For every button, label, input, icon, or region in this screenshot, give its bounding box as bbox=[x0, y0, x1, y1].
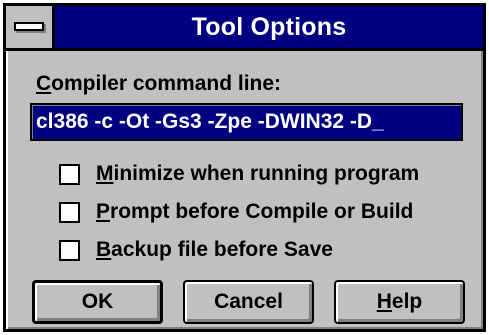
compiler-command-line-label: Compiler command line: bbox=[36, 72, 281, 96]
prompt-option[interactable]: Prompt before Compile or Build bbox=[59, 199, 413, 225]
prompt-label: Prompt before Compile or Build bbox=[96, 200, 413, 224]
cancel-button[interactable]: Cancel bbox=[183, 280, 314, 324]
prompt-mnemonic: P bbox=[96, 200, 111, 223]
help-mnemonic: H bbox=[376, 290, 392, 313]
backup-label-text: ackup file before Save bbox=[111, 238, 333, 261]
prompt-label-text: rompt before Compile or Build bbox=[110, 200, 414, 223]
backup-option[interactable]: Backup file before Save bbox=[59, 237, 333, 263]
system-menu-button[interactable] bbox=[6, 6, 55, 48]
help-button[interactable]: Help bbox=[334, 280, 465, 324]
minimize-label: Minimize when running program bbox=[96, 162, 419, 186]
system-menu-bar-icon bbox=[14, 22, 44, 31]
backup-mnemonic: B bbox=[96, 238, 112, 261]
compiler-command-line-input[interactable] bbox=[30, 103, 463, 141]
backup-label: Backup file before Save bbox=[96, 238, 333, 262]
compiler-label-text: ompiler command line: bbox=[51, 72, 282, 95]
minimize-mnemonic: M bbox=[96, 162, 114, 185]
minimize-label-text: inimize when running program bbox=[113, 162, 420, 185]
tool-options-dialog: Tool Options Compiler command line: Mini… bbox=[3, 3, 486, 332]
minimize-option[interactable]: Minimize when running program bbox=[59, 161, 419, 187]
backup-checkbox[interactable] bbox=[59, 239, 80, 261]
dialog-title: Tool Options bbox=[191, 13, 347, 41]
ok-button[interactable]: OK bbox=[32, 280, 163, 324]
compiler-label-mnemonic: C bbox=[36, 72, 52, 95]
minimize-checkbox[interactable] bbox=[59, 163, 80, 185]
title-bar: Tool Options bbox=[6, 6, 483, 51]
help-label-text: elp bbox=[391, 290, 423, 313]
prompt-checkbox[interactable] bbox=[59, 201, 80, 223]
